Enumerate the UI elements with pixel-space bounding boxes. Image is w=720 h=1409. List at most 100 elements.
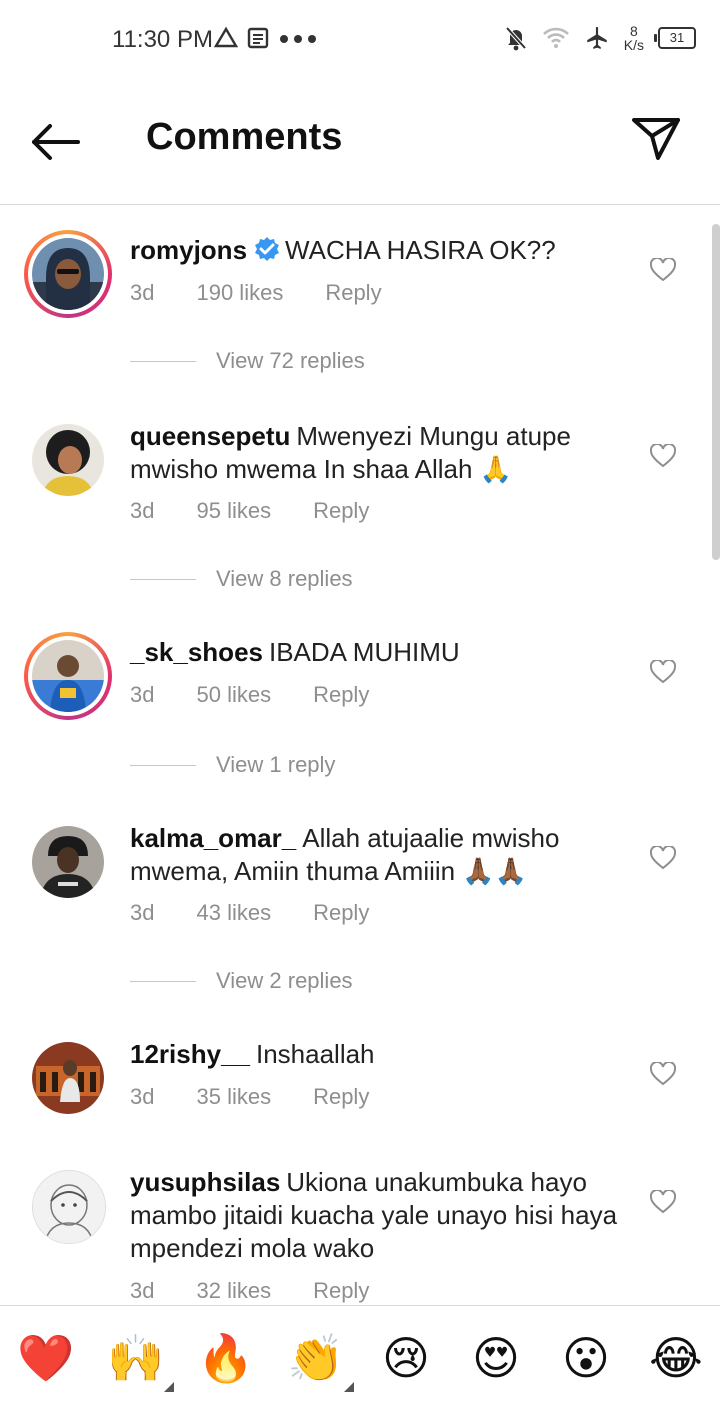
comment-age: 3d: [130, 1278, 155, 1303]
page-title: Comments: [146, 116, 343, 158]
comment-text-block: 12rishy__ Inshaallah: [130, 1038, 630, 1071]
emoji-tears-of-joy-button[interactable]: 😂: [646, 1330, 706, 1386]
skin-tone-indicator: [164, 1382, 174, 1392]
header-bar: Comments: [0, 80, 720, 205]
comment-likes[interactable]: 32 likes: [196, 1278, 271, 1304]
status-right-icons: 8 K/s 31: [504, 24, 696, 52]
heart-icon[interactable]: [650, 846, 676, 870]
view-replies-label: View 8 replies: [216, 566, 353, 591]
heart-icon[interactable]: [650, 444, 676, 468]
comment-username[interactable]: yusuphsilas: [130, 1167, 280, 1197]
view-replies-button[interactable]: View 72 replies: [130, 348, 365, 374]
comment-text-block: _sk_shoes IBADA MUHIMU: [130, 636, 630, 669]
avatar[interactable]: [24, 1162, 112, 1250]
skin-tone-indicator: [344, 1382, 354, 1392]
comment-age: 3d: [130, 280, 155, 305]
speed-value: 8: [629, 23, 638, 39]
comment-username[interactable]: romyjons: [130, 235, 247, 265]
comment-username[interactable]: 12rishy__: [130, 1039, 250, 1069]
avatar[interactable]: [24, 416, 112, 504]
emoji-surprised-button[interactable]: 😮: [556, 1330, 616, 1386]
comment-username[interactable]: _sk_shoes: [130, 637, 263, 667]
comment-body: Inshaallah: [255, 1039, 375, 1069]
view-replies-label: View 1 reply: [216, 752, 336, 777]
comment-age: 3d: [130, 900, 155, 925]
heart-icon[interactable]: [650, 1190, 676, 1214]
emoji-raising-hands-glyph: 🙌: [107, 1332, 165, 1384]
comment-likes[interactable]: 95 likes: [196, 498, 271, 524]
wifi-icon: [542, 27, 569, 48]
avatar-image: [32, 238, 104, 310]
heart-icon[interactable]: [650, 660, 676, 684]
reply-button[interactable]: Reply: [313, 900, 369, 926]
replies-divider: [130, 578, 196, 580]
emoji-fire-button[interactable]: 🔥: [196, 1330, 256, 1386]
avatar[interactable]: [24, 818, 112, 906]
comment-text-block: romyjons WACHA HASIRA OK??: [130, 234, 630, 267]
reply-button[interactable]: Reply: [313, 498, 369, 524]
news-icon: [247, 27, 269, 49]
status-time: 11:30 PM: [112, 26, 213, 53]
battery-indicator: 31: [654, 27, 696, 49]
airplane-icon: [587, 27, 607, 49]
comment-meta: 3d 95 likes Reply: [130, 498, 369, 524]
emoji-clap-button[interactable]: 👏: [286, 1330, 354, 1392]
avatar-image: [32, 1042, 104, 1114]
heart-icon[interactable]: [650, 258, 676, 282]
comment-text-block: yusuphsilas Ukiona unakumbuka hayo mambo …: [130, 1166, 630, 1265]
back-arrow-icon: [32, 124, 80, 160]
warning-triangle-icon: [214, 26, 238, 48]
comment-username[interactable]: kalma_omar_: [130, 823, 296, 853]
view-replies-button[interactable]: View 8 replies: [130, 566, 353, 592]
emoji-crying-button[interactable]: 😢: [376, 1330, 436, 1386]
replies-divider: [130, 764, 196, 766]
emoji-heart-eyes-button[interactable]: 😍: [466, 1330, 526, 1386]
reply-button[interactable]: Reply: [313, 682, 369, 708]
avatar[interactable]: [24, 1034, 112, 1122]
view-replies-label: View 72 replies: [216, 348, 365, 373]
comment-body: IBADA MUHIMU: [268, 637, 460, 667]
comment-body: WACHA HASIRA OK??: [285, 235, 556, 265]
emoji-heart-button[interactable]: ❤️: [16, 1330, 76, 1386]
replies-divider: [130, 360, 196, 362]
avatar-image: [33, 1171, 105, 1243]
view-replies-button[interactable]: View 1 reply: [130, 752, 335, 778]
replies-divider: [130, 980, 196, 982]
avatar-image: [32, 640, 104, 712]
reply-button[interactable]: Reply: [313, 1084, 369, 1110]
comment-age: 3d: [130, 1084, 155, 1109]
avatar-image: [32, 826, 104, 898]
comment-text-block: kalma_omar_ Allah atujaalie mwisho mwema,…: [130, 822, 630, 888]
emoji-quick-reactions: ❤️ 🙌 🔥 👏 😢 😍 😮 😂: [0, 1305, 720, 1409]
comment-age: 3d: [130, 498, 155, 523]
comment-likes[interactable]: 43 likes: [196, 900, 271, 926]
comment-likes[interactable]: 35 likes: [196, 1084, 271, 1110]
comment-meta: 3d 190 likes Reply: [130, 280, 382, 306]
comment-meta: 3d 43 likes Reply: [130, 900, 369, 926]
mute-bell-icon: [505, 26, 527, 51]
heart-icon[interactable]: [650, 1062, 676, 1086]
emoji-raising-hands-button[interactable]: 🙌: [106, 1330, 174, 1392]
view-replies-label: View 2 replies: [216, 968, 353, 993]
comment-likes[interactable]: 50 likes: [196, 682, 271, 708]
more-dots-icon: [280, 35, 316, 43]
emoji-clap-glyph: 👏: [287, 1332, 345, 1384]
avatar[interactable]: [24, 230, 112, 318]
avatar-image: [32, 424, 104, 496]
network-speed: 8 K/s: [624, 24, 644, 52]
status-bar: 11:30 PM 8 K/s 31: [0, 0, 720, 80]
avatar[interactable]: [24, 632, 112, 720]
view-replies-button[interactable]: View 2 replies: [130, 968, 353, 994]
comment-likes[interactable]: 190 likes: [196, 280, 283, 306]
comment-age: 3d: [130, 682, 155, 707]
share-button[interactable]: [628, 110, 684, 166]
reply-button[interactable]: Reply: [313, 1278, 369, 1304]
verified-badge-icon: [255, 237, 280, 261]
reply-button[interactable]: Reply: [325, 280, 381, 306]
comment-meta: 3d 35 likes Reply: [130, 1084, 369, 1110]
scrollbar[interactable]: [712, 224, 720, 560]
send-icon: [632, 118, 680, 160]
comment-username[interactable]: queensepetu: [130, 421, 290, 451]
comment-meta: 3d 32 likes Reply: [130, 1278, 369, 1304]
back-button[interactable]: [28, 120, 84, 164]
